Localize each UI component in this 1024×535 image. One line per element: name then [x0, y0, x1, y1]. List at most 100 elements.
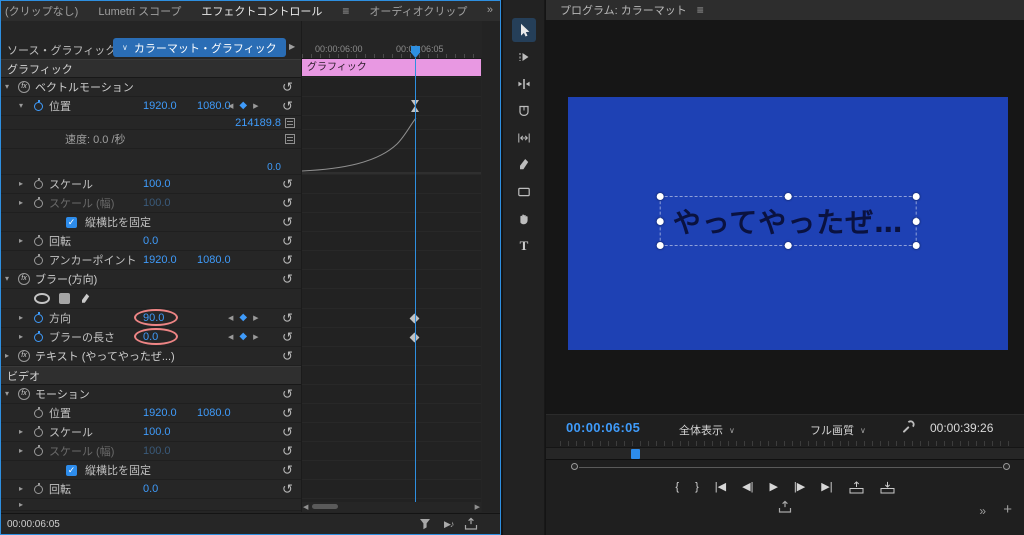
pen-tool[interactable] [512, 153, 536, 177]
panel-menu-icon[interactable]: ≡ [342, 4, 349, 18]
export-icon[interactable] [464, 517, 478, 534]
tab-audio-clip-mixer[interactable]: オーディオクリップ [369, 3, 467, 19]
selection-handle[interactable] [784, 242, 791, 249]
selection-handle[interactable] [912, 218, 919, 225]
property-value[interactable]: 1920.0 [143, 254, 177, 266]
settings-wrench-icon[interactable] [902, 420, 915, 436]
property-value[interactable]: 100.0 [143, 197, 171, 209]
previous-keyframe-icon[interactable]: ◀ [228, 334, 233, 341]
chevron-right-icon[interactable]: ▸ [19, 428, 23, 436]
pen-mask-icon[interactable] [80, 293, 91, 308]
tab-overflow-icon[interactable]: » [484, 4, 496, 16]
next-keyframe-icon[interactable]: ▶ [253, 334, 258, 341]
fx-badge-icon[interactable]: fx [18, 388, 30, 400]
next-clip-icon[interactable]: ▶ [289, 42, 295, 51]
program-playhead[interactable] [631, 449, 640, 459]
polygon-mask-icon[interactable] [59, 293, 70, 304]
effect-name[interactable]: ブラー(方向) [35, 271, 97, 287]
chevron-right-icon[interactable]: ▸ [19, 237, 23, 245]
stopwatch-icon[interactable] [34, 180, 43, 189]
selection-handle[interactable] [657, 193, 664, 200]
play-audio-icon[interactable]: ▶♪ [444, 519, 453, 530]
chevron-right-icon[interactable]: ▸ [19, 199, 23, 207]
property-value[interactable]: 1920.0 [143, 407, 177, 419]
reset-parameter-icon[interactable]: ↺ [282, 100, 293, 113]
play-button[interactable]: ▶ [769, 482, 777, 493]
reset-parameter-icon[interactable]: ↺ [282, 464, 293, 477]
reset-parameter-icon[interactable]: ↺ [282, 235, 293, 248]
next-keyframe-icon[interactable]: ▶ [253, 315, 258, 322]
zoom-scrollbar[interactable] [571, 463, 1010, 472]
chevron-right-icon[interactable]: ▸ [19, 333, 23, 341]
ripple-edit-tool[interactable] [512, 72, 536, 96]
go-to-in-button[interactable]: |◀ [715, 482, 726, 493]
property-value[interactable]: 100.0 [143, 445, 171, 457]
hand-tool[interactable] [512, 207, 536, 231]
effect-timeline-ruler[interactable]: 00:00:06:00 00:00:06:05 [302, 21, 482, 59]
chevron-right-icon[interactable]: ▸ [19, 447, 23, 455]
reset-parameter-icon[interactable]: ↺ [282, 445, 293, 458]
lift-button[interactable] [849, 481, 864, 494]
selection-handle[interactable] [784, 193, 791, 200]
stopwatch-icon[interactable] [34, 199, 43, 208]
tab-program-monitor[interactable]: プログラム: カラーマット [560, 2, 687, 18]
extract-button[interactable] [880, 481, 895, 494]
graph-toggle-icon[interactable] [285, 134, 295, 144]
reset-parameter-icon[interactable]: ↺ [282, 350, 293, 363]
add-remove-keyframe-icon[interactable]: ◆ [239, 332, 247, 342]
tab-lumetri-scopes[interactable]: Lumetri スコープ [98, 3, 181, 19]
scrollbar-thumb[interactable] [312, 504, 338, 509]
selection-handle[interactable] [912, 242, 919, 249]
tab-source-clip[interactable]: (クリップなし) [5, 3, 78, 19]
stopwatch-icon[interactable] [34, 485, 43, 494]
uniform-scale-checkbox[interactable]: ✓ [66, 217, 77, 228]
property-value[interactable]: 0.0 [143, 235, 158, 247]
reset-parameter-icon[interactable]: ↺ [282, 254, 293, 267]
next-keyframe-icon[interactable]: ▶ [253, 103, 258, 110]
chevron-down-icon[interactable]: ▾ [5, 390, 9, 398]
previous-keyframe-icon[interactable]: ◀ [228, 315, 233, 322]
fx-badge-icon[interactable]: fx [18, 350, 30, 362]
reset-parameter-icon[interactable]: ↺ [282, 331, 293, 344]
stopwatch-icon[interactable] [34, 314, 43, 323]
mark-in-button[interactable]: { [675, 482, 679, 493]
reset-parameter-icon[interactable]: ↺ [282, 81, 293, 94]
property-value[interactable]: 100.0 [143, 178, 171, 190]
zoom-handle-left[interactable] [571, 463, 578, 470]
effect-name[interactable]: テキスト (やってやったぜ...) [35, 348, 175, 364]
stopwatch-icon[interactable] [34, 256, 43, 265]
add-remove-keyframe-icon[interactable]: ◆ [239, 313, 247, 323]
type-tool[interactable]: T [512, 234, 536, 258]
property-value[interactable]: 1080.0 [197, 100, 231, 112]
scroll-left-icon[interactable]: ◀ [303, 503, 308, 511]
panel-menu-icon[interactable]: ≡ [697, 3, 704, 17]
chevron-down-icon[interactable]: ▾ [5, 83, 9, 91]
selection-tool[interactable] [512, 18, 536, 42]
stopwatch-icon[interactable] [34, 333, 43, 342]
reset-parameter-icon[interactable]: ↺ [282, 178, 293, 191]
selection-handle[interactable] [657, 218, 664, 225]
reset-parameter-icon[interactable]: ↺ [282, 197, 293, 210]
reset-parameter-icon[interactable]: ↺ [282, 388, 293, 401]
fx-badge-icon[interactable]: fx [18, 273, 30, 285]
step-back-button[interactable]: ◀| [742, 482, 753, 493]
export-frame-icon[interactable] [778, 500, 792, 517]
video-frame[interactable]: やってやったぜ… [568, 97, 1008, 350]
selection-handle[interactable] [657, 242, 664, 249]
canvas-text[interactable]: やってやったぜ… [673, 206, 904, 239]
ellipse-mask-icon[interactable] [34, 293, 50, 304]
stopwatch-icon[interactable] [34, 447, 43, 456]
property-value[interactable]: 1920.0 [143, 100, 177, 112]
step-forward-button[interactable]: |▶ [794, 482, 805, 493]
selection-handle[interactable] [912, 193, 919, 200]
clip-selector[interactable]: ∨ カラーマット・グラフィック [113, 38, 286, 57]
program-timecode[interactable]: 00:00:06:05 [566, 420, 640, 435]
timeline-scrollbar[interactable]: ◀ ▶ [302, 502, 481, 512]
tab-effect-controls[interactable]: エフェクトコントロール [201, 3, 322, 19]
property-value[interactable]: 90.0 [143, 312, 164, 324]
chevron-right-icon[interactable]: ▸ [5, 352, 9, 360]
reset-parameter-icon[interactable]: ↺ [282, 216, 293, 229]
uniform-scale-checkbox[interactable]: ✓ [66, 465, 77, 476]
effect-name[interactable]: ベクトルモーション [35, 79, 134, 95]
razor-tool[interactable] [512, 99, 536, 123]
